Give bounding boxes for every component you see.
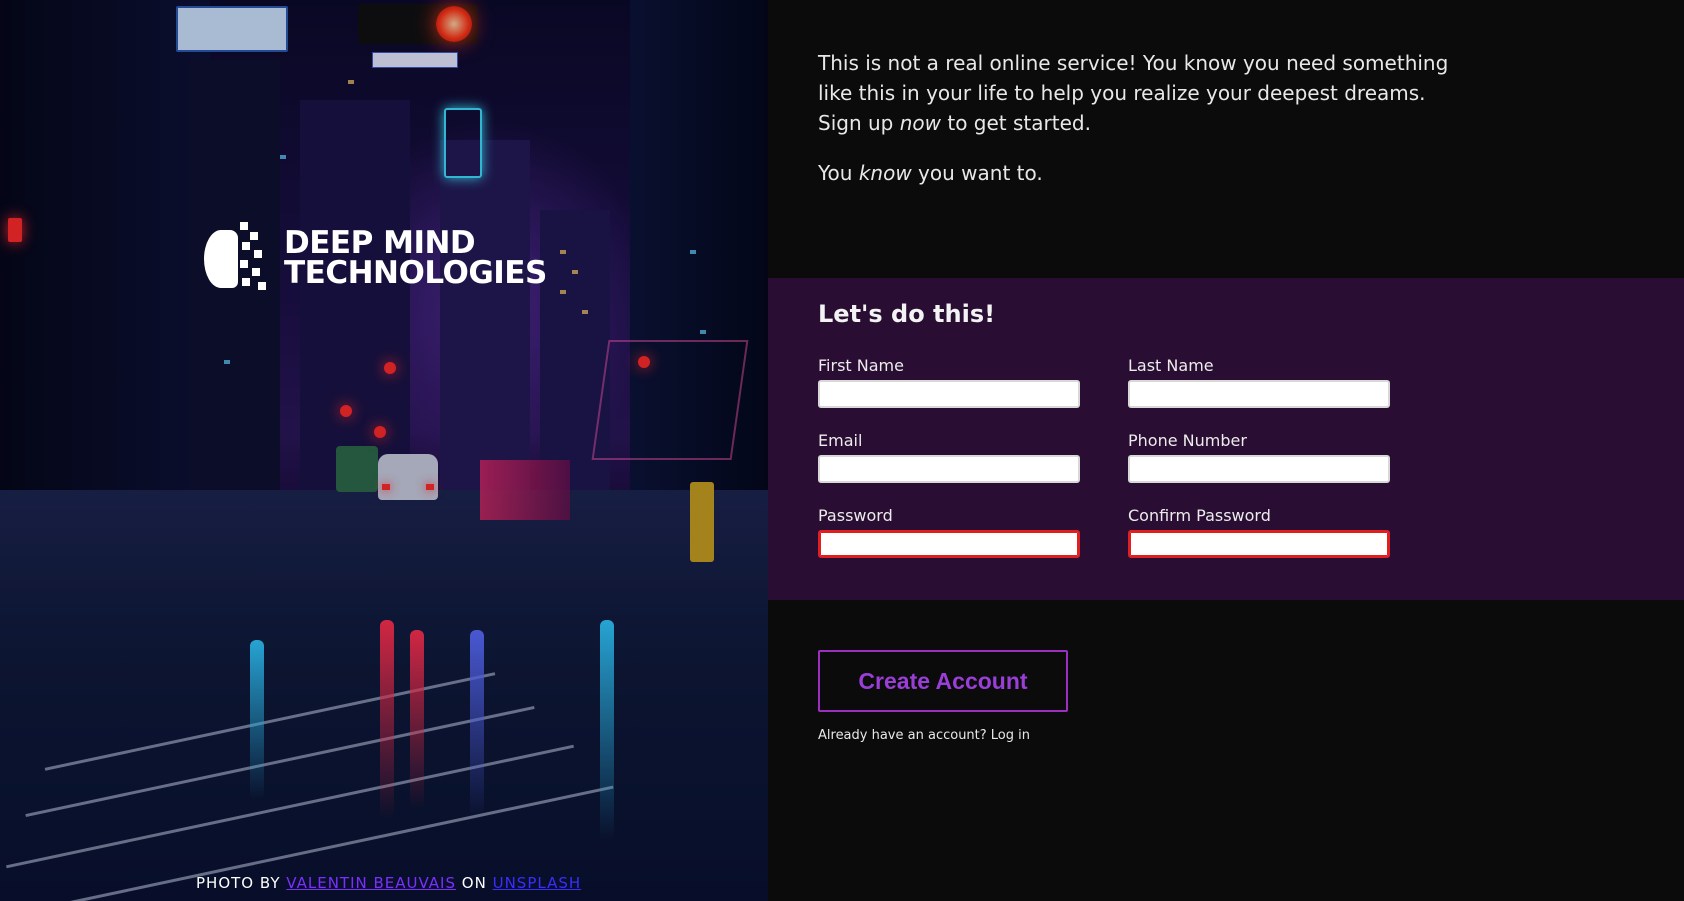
password-label: Password <box>818 506 893 525</box>
login-prompt: Already have an account? Log in <box>818 728 1030 743</box>
password-field: Password <box>818 506 1080 558</box>
first-name-field: First Name <box>818 356 1080 408</box>
intro-paragraph-2: You know you want to. <box>818 158 1458 188</box>
logo-line-1: DEEP MIND <box>284 225 476 261</box>
credit-prefix: PHOTO BY <box>196 874 281 892</box>
head-silhouette <box>204 230 238 288</box>
logo-line-2: TECHNOLOGIES <box>284 255 547 291</box>
pixel <box>258 282 266 290</box>
photographer-link[interactable]: VALENTIN BEAUVAIS <box>286 874 456 892</box>
last-name-field: Last Name <box>1128 356 1390 408</box>
pixel <box>252 268 260 276</box>
pixel <box>254 250 262 258</box>
first-name-input[interactable] <box>818 380 1080 408</box>
pixel <box>242 278 250 286</box>
logo-wordmark: DEEP MIND TECHNOLOGIES <box>284 225 547 291</box>
photo-credit: PHOTO BY VALENTIN BEAUVAIS ON UNSPLASH <box>196 874 581 892</box>
intro-text-c: You <box>818 161 859 185</box>
intro-paragraph-1: This is not a real online service! You k… <box>818 48 1458 138</box>
phone-input[interactable] <box>1128 455 1390 483</box>
pixel <box>242 242 250 250</box>
email-label: Email <box>818 431 863 450</box>
phone-label: Phone Number <box>1128 431 1247 450</box>
intro-emphasis-know: know <box>858 161 912 185</box>
photo-overlay <box>0 0 768 901</box>
first-name-label: First Name <box>818 356 904 375</box>
email-field: Email <box>818 431 1080 483</box>
intro-text-b: to get started. <box>941 111 1091 135</box>
intro-text-d: you want to. <box>911 161 1043 185</box>
login-prompt-text: Already have an account? <box>818 728 991 743</box>
company-logo: DEEP MIND TECHNOLOGIES <box>204 220 547 296</box>
form-title: Let's do this! <box>818 300 996 328</box>
pixel <box>240 222 248 230</box>
last-name-input[interactable] <box>1128 380 1390 408</box>
pixel <box>250 232 258 240</box>
create-account-button[interactable]: Create Account <box>818 650 1068 712</box>
last-name-label: Last Name <box>1128 356 1214 375</box>
confirm-password-field: Confirm Password <box>1128 506 1390 558</box>
intro-emphasis-now: now <box>899 111 941 135</box>
email-input[interactable] <box>818 455 1080 483</box>
confirm-password-input[interactable] <box>1128 530 1390 558</box>
hero-photo-panel: DEEP MIND TECHNOLOGIES PHOTO BY VALENTIN… <box>0 0 768 901</box>
confirm-password-label: Confirm Password <box>1128 506 1271 525</box>
pixel <box>240 260 248 268</box>
password-input[interactable] <box>818 530 1080 558</box>
phone-field: Phone Number <box>1128 431 1390 483</box>
brain-head-icon <box>204 220 266 296</box>
credit-middle: ON <box>461 874 487 892</box>
unsplash-link[interactable]: UNSPLASH <box>493 874 582 892</box>
intro-text: This is not a real online service! You k… <box>818 48 1458 208</box>
login-link[interactable]: Log in <box>991 728 1030 743</box>
